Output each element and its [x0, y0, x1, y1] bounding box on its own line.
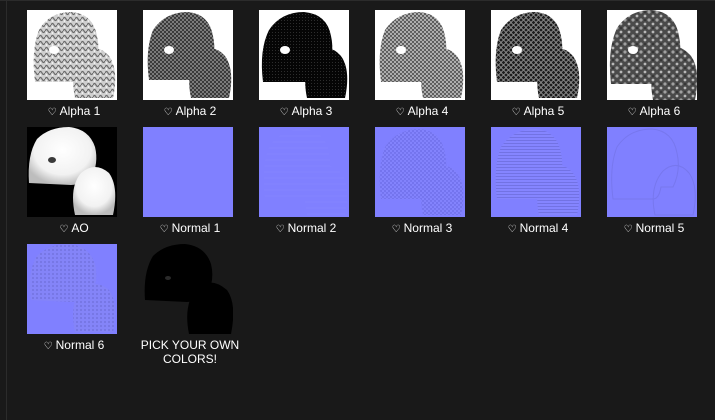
texture-label: ♡ Normal 4 [507, 221, 569, 235]
texture-thumbnail[interactable] [27, 127, 117, 217]
texture-thumbnail[interactable] [491, 127, 581, 217]
texture-label: ♡ Alpha 1 [47, 104, 101, 118]
heart-outline-icon[interactable]: ♡ [160, 224, 169, 235]
texture-thumbnail[interactable] [143, 244, 233, 334]
texture-label: ♡ Normal 6 [43, 338, 105, 352]
texture-thumbnail[interactable] [375, 127, 465, 217]
texture-thumbnail[interactable] [491, 10, 581, 100]
texture-label: ♡ Alpha 4 [395, 104, 449, 118]
texture-thumbnail[interactable] [259, 127, 349, 217]
texture-label: PICK YOUR OWN COLORS! [140, 338, 240, 366]
texture-label: ♡ Alpha 2 [163, 104, 217, 118]
texture-label: ♡ Alpha 6 [627, 104, 681, 118]
heart-outline-icon[interactable]: ♡ [164, 107, 173, 118]
heart-outline-icon[interactable]: ♡ [628, 107, 637, 118]
heart-outline-icon[interactable]: ♡ [44, 341, 53, 352]
texture-thumbnail[interactable] [607, 127, 697, 217]
texture-thumbnail[interactable] [259, 10, 349, 100]
texture-label: ♡ Normal 5 [623, 221, 685, 235]
heart-outline-icon[interactable]: ♡ [59, 224, 68, 235]
heart-outline-icon[interactable]: ♡ [508, 224, 517, 235]
heart-outline-icon[interactable]: ♡ [392, 224, 401, 235]
heart-outline-icon[interactable]: ♡ [512, 107, 521, 118]
heart-outline-icon[interactable]: ♡ [624, 224, 633, 235]
texture-thumbnail[interactable] [607, 10, 697, 100]
texture-thumbnail[interactable] [375, 10, 465, 100]
heart-outline-icon[interactable]: ♡ [280, 107, 289, 118]
texture-label: ♡ Normal 2 [275, 221, 337, 235]
texture-grid: ♡ Alpha 1 ♡ Alpha 2 ♡ Alpha 3 ♡ Alpha 4 … [0, 0, 715, 420]
texture-thumbnail[interactable] [27, 244, 117, 334]
texture-label: ♡ Normal 1 [159, 221, 221, 235]
heart-outline-icon[interactable]: ♡ [396, 107, 405, 118]
texture-label: ♡ AO [59, 221, 89, 235]
texture-label: ♡ Normal 3 [391, 221, 453, 235]
texture-label: ♡ Alpha 3 [279, 104, 333, 118]
heart-outline-icon[interactable]: ♡ [48, 107, 57, 118]
asset-browser-panel: ♡ Alpha 1 ♡ Alpha 2 ♡ Alpha 3 ♡ Alpha 4 … [0, 0, 715, 420]
texture-thumbnail[interactable] [143, 127, 233, 217]
texture-thumbnail[interactable] [143, 10, 233, 100]
texture-label: ♡ Alpha 5 [511, 104, 565, 118]
heart-outline-icon[interactable]: ♡ [276, 224, 285, 235]
texture-thumbnail[interactable] [27, 10, 117, 100]
